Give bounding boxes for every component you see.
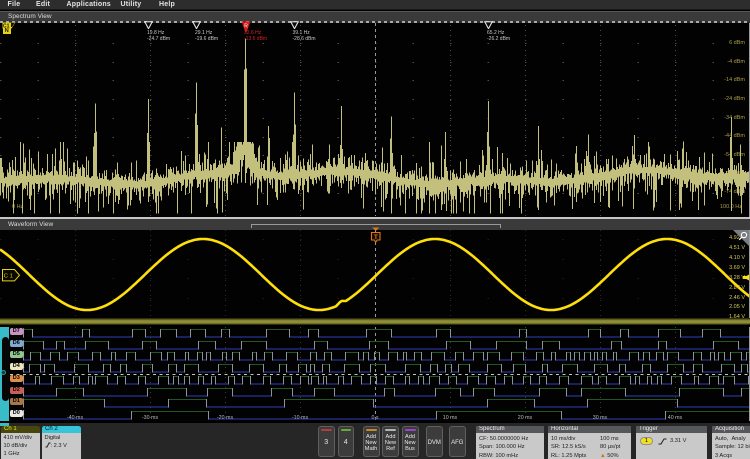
svg-text:C 1: C 1	[3, 273, 12, 279]
svg-text:T: T	[373, 233, 377, 240]
svg-text:R: R	[244, 23, 248, 29]
